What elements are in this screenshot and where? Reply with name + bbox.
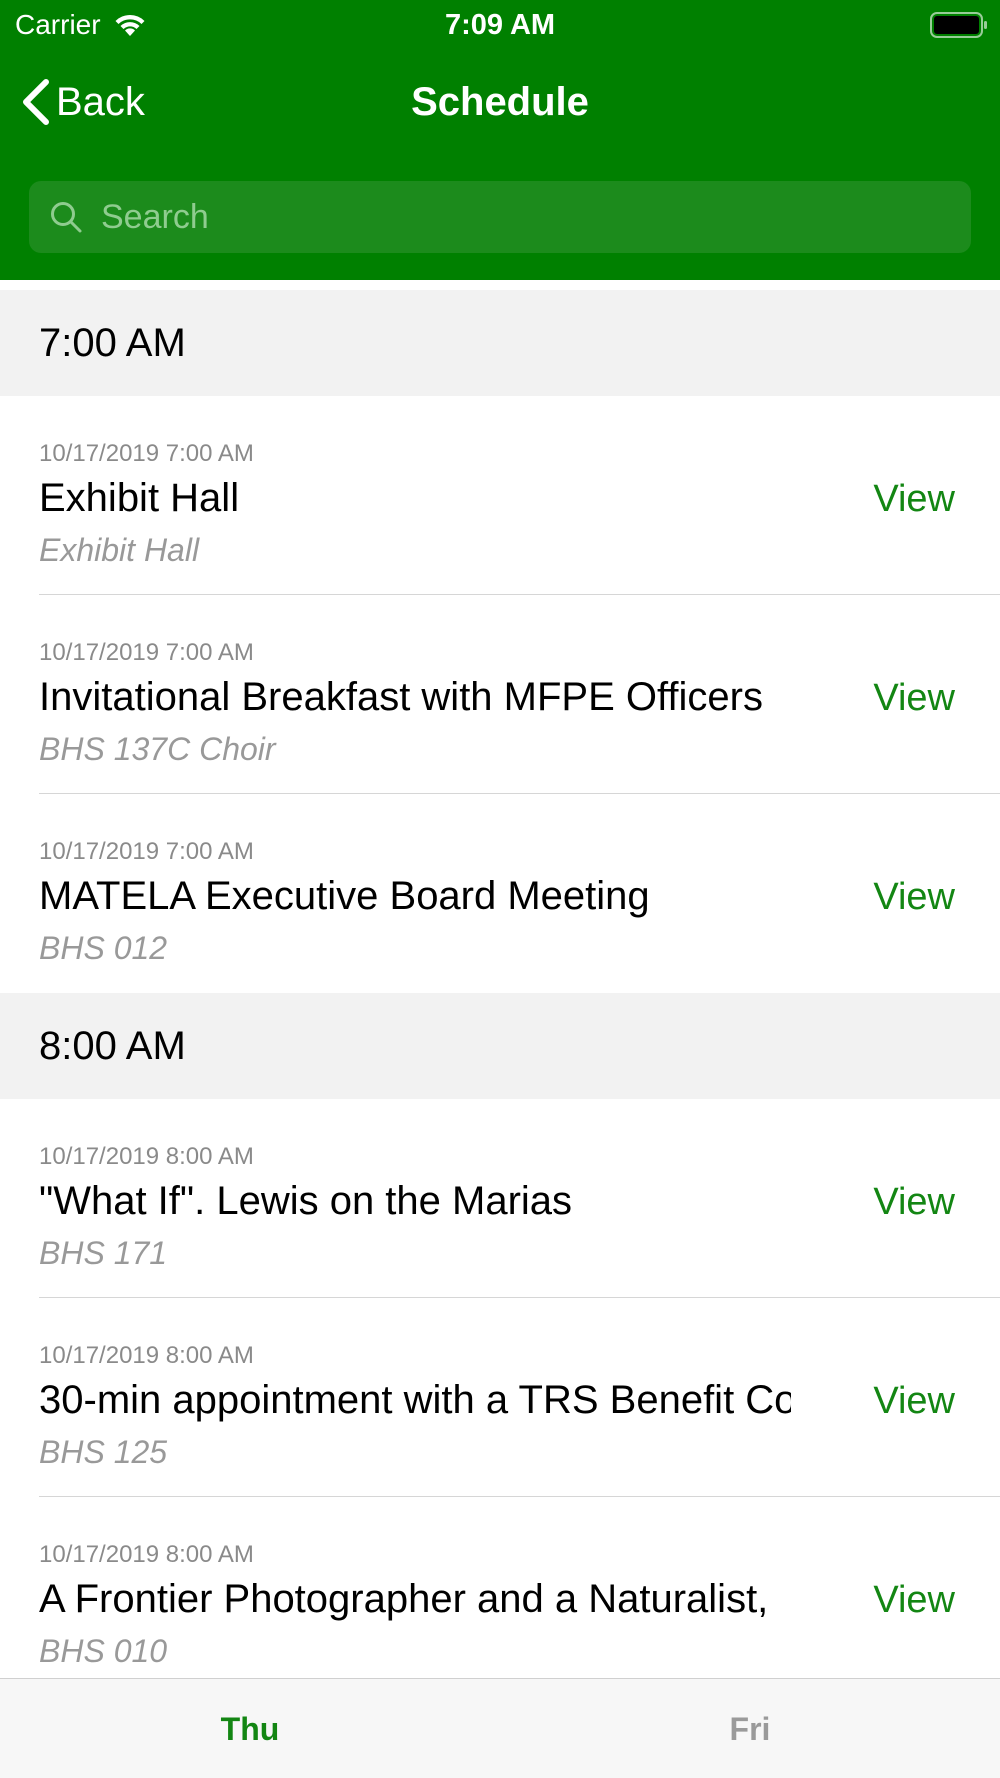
event-location: Exhibit Hall — [39, 532, 200, 568]
view-button[interactable]: View — [873, 876, 955, 919]
day-tab-bar: Thu Fri — [0, 1678, 1000, 1778]
event-datetime: 10/17/2019 8:00 AM — [39, 1342, 254, 1369]
event-title: Invitational Breakfast with MFPE Officer… — [39, 675, 763, 719]
list-item[interactable]: 10/17/2019 7:00 AM Invitational Breakfas… — [0, 595, 1000, 794]
event-title: "What If". Lewis on the Marias — [39, 1179, 573, 1223]
event-location: BHS 171 — [39, 1235, 168, 1271]
event-datetime: 10/17/2019 8:00 AM — [39, 1541, 254, 1568]
status-time: 7:09 AM — [444, 9, 556, 41]
page-title: Schedule — [411, 80, 589, 124]
event-location: BHS 012 — [39, 930, 168, 966]
list-item[interactable]: 10/17/2019 8:00 AM "What If". Lewis on t… — [0, 1099, 1000, 1298]
event-location: BHS 125 — [39, 1434, 168, 1470]
view-button[interactable]: View — [873, 1579, 955, 1622]
event-title: Exhibit Hall — [39, 476, 240, 520]
battery-icon — [930, 12, 987, 38]
schedule-list[interactable]: 7:00 AM 10/17/2019 7:00 AM Exhibit Hall … — [0, 290, 1000, 1696]
view-button[interactable]: View — [873, 1380, 955, 1423]
event-location: BHS 137C Choir — [39, 731, 276, 767]
navigation-header: Carrier 7:09 AM Back Schedule — [0, 0, 1000, 280]
event-datetime: 10/17/2019 7:00 AM — [39, 440, 254, 467]
view-button[interactable]: View — [873, 1181, 955, 1224]
event-title: A Frontier Photographer and a Naturalist… — [39, 1577, 769, 1621]
section-header: 7:00 AM — [0, 290, 1000, 396]
event-datetime: 10/17/2019 7:00 AM — [39, 838, 254, 865]
status-bar: Carrier 7:09 AM — [0, 0, 1000, 50]
tab-fri[interactable]: Fri — [500, 1679, 1000, 1778]
nav-bar: Back Schedule — [0, 70, 1000, 130]
search-input[interactable] — [101, 197, 921, 237]
list-item[interactable]: 10/17/2019 7:00 AM Exhibit Hall Exhibit … — [0, 396, 1000, 595]
view-button[interactable]: View — [873, 677, 955, 720]
event-datetime: 10/17/2019 7:00 AM — [39, 639, 254, 666]
view-button[interactable]: View — [873, 478, 955, 521]
tab-thu[interactable]: Thu — [0, 1679, 500, 1778]
event-title: 30-min appointment with a TRS Benefit Co… — [39, 1378, 791, 1422]
list-item[interactable]: 10/17/2019 8:00 AM A Frontier Photograph… — [0, 1497, 1000, 1696]
event-title: MATELA Executive Board Meeting — [39, 874, 650, 918]
list-item[interactable]: 10/17/2019 7:00 AM MATELA Executive Boar… — [0, 794, 1000, 993]
search-bar[interactable] — [29, 181, 971, 253]
event-location: BHS 010 — [39, 1633, 168, 1669]
list-item[interactable]: 10/17/2019 8:00 AM 30-min appointment wi… — [0, 1298, 1000, 1497]
event-datetime: 10/17/2019 8:00 AM — [39, 1143, 254, 1170]
section-header: 8:00 AM — [0, 993, 1000, 1099]
search-icon — [51, 202, 82, 233]
